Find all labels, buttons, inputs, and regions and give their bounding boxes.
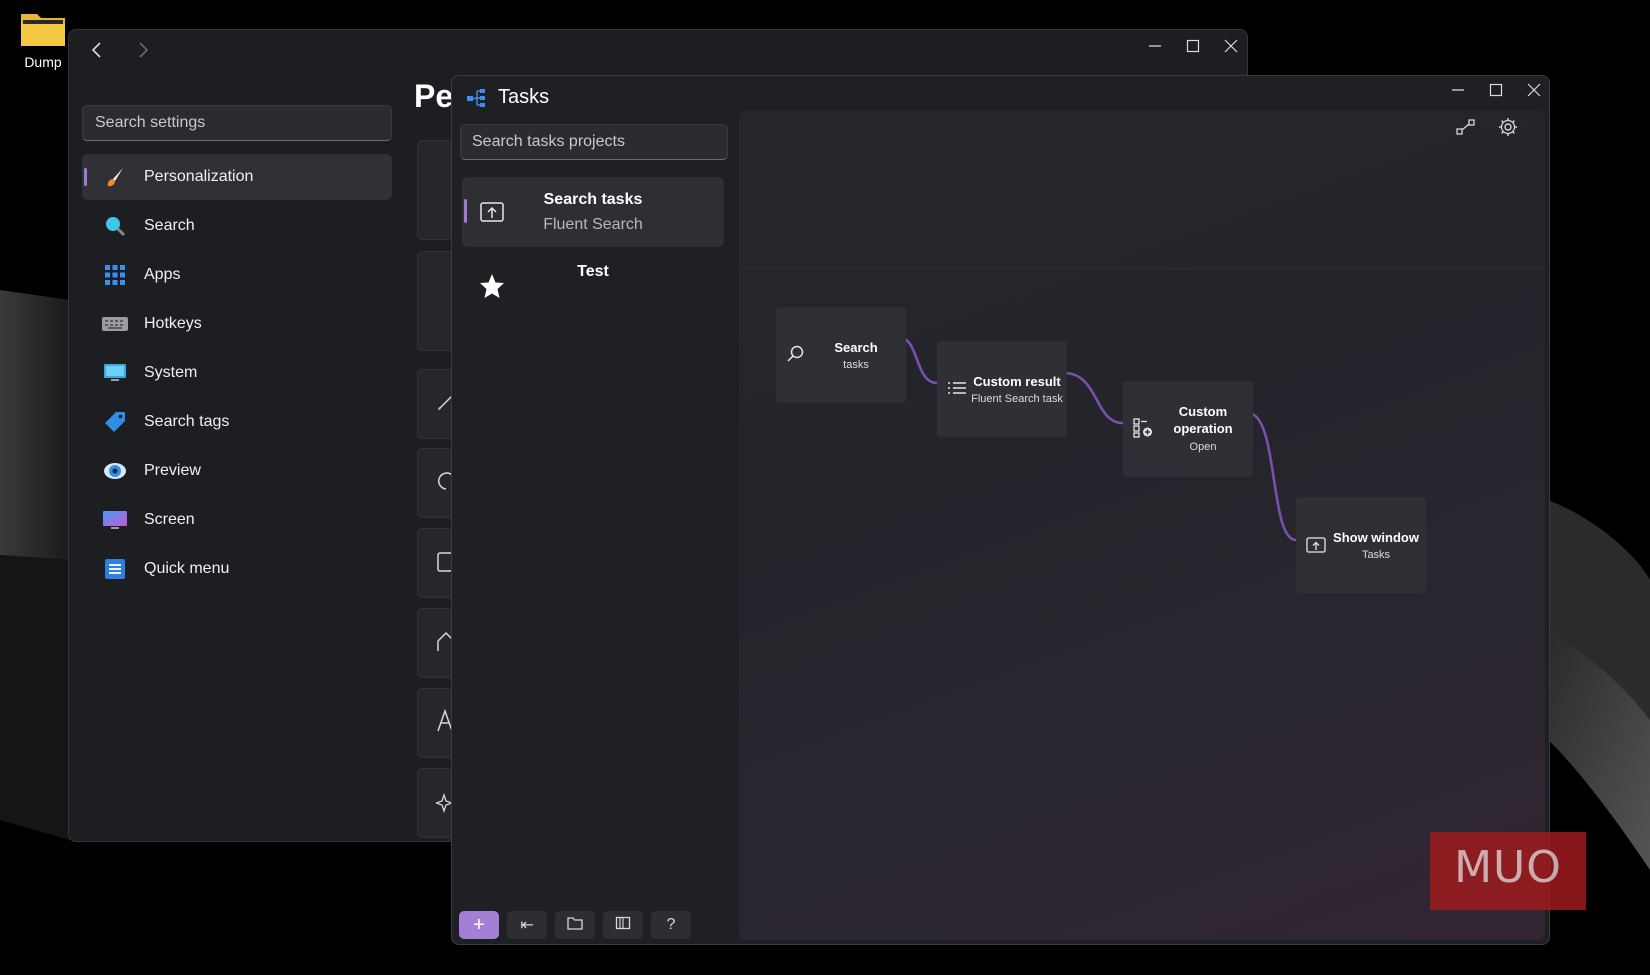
- window-title: Tasks: [498, 86, 550, 108]
- task-subtitle: Fluent Search: [543, 216, 643, 233]
- add-task-button[interactable]: +: [459, 911, 499, 939]
- task-name: Test: [577, 263, 609, 280]
- book-icon: [615, 916, 631, 935]
- sidebar-item-search-tags[interactable]: Search tags: [82, 399, 392, 445]
- keyboard-icon: [102, 313, 128, 335]
- folder-icon: [567, 916, 583, 935]
- task-editor-canvas[interactable]: Search tasks Custom result Fluent Search…: [739, 110, 1545, 940]
- sidebar-item-label: Hotkeys: [144, 315, 202, 332]
- page-title: Pe: [414, 78, 454, 114]
- sidebar-item-screen[interactable]: Screen: [82, 497, 392, 543]
- open-folder-button[interactable]: [555, 911, 595, 939]
- docs-button[interactable]: [603, 911, 643, 939]
- eye-icon: [102, 460, 128, 482]
- folder-label: Dump: [24, 54, 62, 70]
- node-title: Custom operation: [1173, 404, 1233, 436]
- search-icon: [786, 344, 808, 366]
- folder-icon: [19, 10, 67, 48]
- node-subtitle: tasks: [843, 359, 869, 371]
- sidebar-item-apps[interactable]: Apps: [82, 252, 392, 298]
- sidebar-item-search[interactable]: Search: [82, 203, 392, 249]
- help-button[interactable]: ?: [651, 911, 691, 939]
- task-name: Search tasks: [543, 191, 643, 208]
- maximize-icon[interactable]: [1185, 38, 1201, 54]
- tasks-window: Tasks Search tasks Fluent Search Test + …: [451, 75, 1550, 945]
- maximize-icon[interactable]: [1488, 82, 1504, 98]
- sidebar-item-label: Quick menu: [144, 560, 230, 577]
- monitor-icon: [102, 362, 128, 384]
- node-title: Show window: [1333, 530, 1419, 545]
- minimize-icon[interactable]: [1450, 82, 1466, 98]
- sidebar-item-hotkeys[interactable]: Hotkeys: [82, 301, 392, 347]
- tasks-logo-icon: [466, 87, 488, 109]
- forward-icon[interactable]: [133, 40, 153, 60]
- node-show-window[interactable]: Show window Tasks: [1296, 497, 1426, 593]
- close-icon[interactable]: [1223, 38, 1239, 54]
- apps-grid-icon: [102, 264, 128, 286]
- list-icon: [947, 378, 969, 400]
- node-title: Custom result: [973, 374, 1061, 389]
- tag-icon: [102, 411, 128, 433]
- sidebar-item-label: Apps: [144, 266, 181, 283]
- bottom-toolbar: + ⇤ ?: [459, 911, 691, 939]
- sidebar-item-system[interactable]: System: [82, 350, 392, 396]
- sidebar-item-label: Screen: [144, 511, 195, 528]
- connector: [1247, 411, 1297, 542]
- tasks-search-input[interactable]: [460, 124, 728, 160]
- close-icon[interactable]: [1526, 82, 1542, 98]
- muo-watermark: MUO: [1430, 832, 1586, 910]
- collapse-left-button[interactable]: ⇤: [507, 911, 547, 939]
- node-title: Search: [834, 340, 878, 355]
- node-subtitle: Fluent Search task: [971, 393, 1063, 405]
- paintbrush-icon: [102, 166, 128, 188]
- magnifier-icon: [102, 215, 128, 237]
- screen-icon: [102, 509, 128, 531]
- task-list: Search tasks Fluent Search Test: [462, 177, 724, 333]
- node-custom-operation[interactable]: Custom operation Open: [1123, 381, 1253, 477]
- node-search[interactable]: Search tasks: [776, 307, 906, 403]
- sidebar-item-label: System: [144, 364, 198, 381]
- minimize-icon[interactable]: [1147, 38, 1163, 54]
- sidebar-item-label: Search tags: [144, 413, 230, 430]
- connector: [1063, 371, 1124, 425]
- node-custom-result[interactable]: Custom result Fluent Search task: [937, 341, 1067, 437]
- sidebar-item-label: Preview: [144, 462, 201, 479]
- sidebar-item-personalization[interactable]: Personalization: [82, 154, 392, 200]
- show-window-icon: [1306, 535, 1328, 557]
- sidebar-item-label: Search: [144, 217, 195, 234]
- task-item-test[interactable]: Test: [462, 255, 724, 325]
- back-icon[interactable]: [87, 40, 107, 60]
- settings-sidebar: Personalization Search Apps Hotkeys Syst…: [82, 154, 392, 595]
- node-subtitle: Tasks: [1361, 549, 1391, 561]
- list-icon: [102, 558, 128, 580]
- task-item-search-tasks[interactable]: Search tasks Fluent Search: [462, 177, 724, 247]
- sidebar-item-quick-menu[interactable]: Quick menu: [82, 546, 392, 592]
- node-subtitle: Open: [1189, 441, 1217, 453]
- operation-icon: [1133, 418, 1155, 440]
- sidebar-item-preview[interactable]: Preview: [82, 448, 392, 494]
- settings-search-input[interactable]: [82, 105, 392, 141]
- watermark-text: MUO: [1454, 842, 1562, 893]
- desktop-folder-dump[interactable]: Dump: [16, 10, 70, 70]
- sidebar-item-label: Personalization: [144, 168, 254, 185]
